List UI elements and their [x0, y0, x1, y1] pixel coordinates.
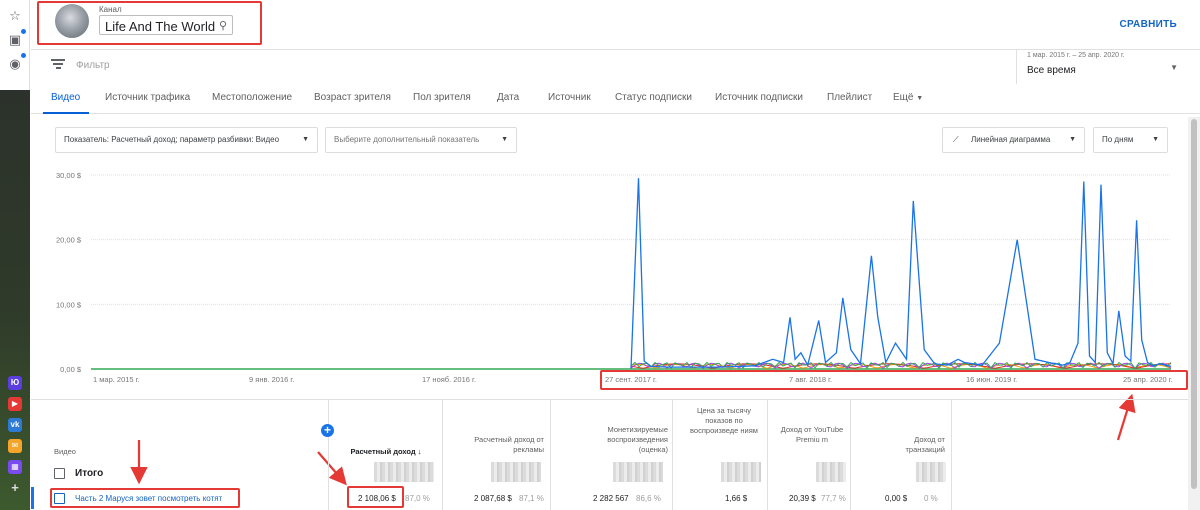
- column-header-revenue[interactable]: Расчетный доход ↓: [336, 447, 436, 457]
- column-header-cpm[interactable]: Цена за тысячу показов по воспроизведе н…: [684, 406, 764, 436]
- mail-icon[interactable]: ✉: [8, 439, 22, 453]
- tab-playlist[interactable]: Плейлист: [827, 92, 872, 103]
- column-header-premium[interactable]: Доход от YouTube Premiu m: [779, 425, 845, 445]
- notification-dot: [21, 29, 26, 34]
- row-revenue-pct: 87,0 %: [405, 494, 430, 503]
- tab-video[interactable]: Видео: [51, 92, 80, 103]
- tab-date[interactable]: Дата: [497, 92, 519, 103]
- star-icon[interactable]: ☆: [7, 8, 23, 24]
- scrollbar-thumb[interactable]: [1191, 119, 1197, 489]
- blurred-total-monetized: [613, 462, 663, 482]
- blurred-total-premium: [816, 462, 846, 482]
- column-header-monetized[interactable]: Монетизируемые воспроизведения (оценка): [576, 425, 668, 455]
- add-app-icon[interactable]: +: [8, 481, 22, 495]
- blurred-total-revenue: [374, 462, 434, 482]
- chart-panel: Показатель: Расчетный доход; параметр ра…: [31, 115, 1188, 400]
- x-tick-label: 1 мар. 2015 г.: [93, 375, 140, 384]
- sort-down-icon: ↓: [417, 447, 422, 456]
- blurred-total-transactions: [916, 462, 946, 482]
- tab-subscription-status[interactable]: Статус подписки: [615, 92, 692, 103]
- y-tick-label: 20,00 $: [56, 236, 82, 245]
- caret-down-icon: ▼: [1170, 63, 1178, 72]
- row-premium: 20,39 $: [789, 494, 816, 503]
- row-monetized: 2 282 567: [593, 494, 629, 503]
- compare-button[interactable]: СРАВНИТЬ: [1119, 19, 1177, 30]
- column-header-transactions[interactable]: Доход от транзакций: [881, 435, 946, 455]
- revenue-header-label: Расчетный доход: [350, 447, 416, 456]
- row-transactions: 0,00 $: [885, 494, 908, 503]
- column-divider: [767, 400, 768, 510]
- caret-down-icon: ▼: [916, 95, 924, 102]
- notification-dot: [21, 53, 26, 58]
- calendar-icon[interactable]: ▦: [8, 460, 22, 474]
- active-tab-indicator: [43, 112, 89, 114]
- annotation-box-x-axis: [600, 370, 1188, 390]
- tab-viewer-gender[interactable]: Пол зрителя: [413, 92, 471, 103]
- column-divider: [550, 400, 551, 510]
- column-divider: [442, 400, 443, 510]
- revenue-line-chart: 0,00 $ 10,00 $ 20,00 $ 30,00 $ 1 мар. 2015 …: [56, 171, 1173, 384]
- column-header-ad-revenue[interactable]: Расчетный доход от рекламы: [456, 435, 544, 455]
- row-monetized-pct: 86,6 %: [636, 494, 661, 503]
- row-premium-pct: 77,7 %: [821, 494, 846, 503]
- collections-icon[interactable]: ▣: [7, 32, 23, 48]
- date-range-selector[interactable]: 1 мар. 2015 г. – 25 апр. 2020 г. Все вре…: [1016, 50, 1200, 84]
- column-divider: [850, 400, 851, 510]
- row-transactions-pct: 0 %: [924, 494, 938, 503]
- row-cpm: 1,66 $: [725, 494, 748, 503]
- row-ad-revenue-pct: 87,1 %: [519, 494, 544, 503]
- column-divider: [672, 400, 673, 510]
- period-label: Все время: [1027, 65, 1076, 76]
- y-tick-label: 10,00 $: [56, 300, 82, 309]
- x-tick-label: 17 нояб. 2016 г.: [422, 375, 476, 384]
- tab-more-label: Ещё: [893, 92, 914, 103]
- annotation-box-revenue: [347, 486, 404, 508]
- date-range-text: 1 мар. 2015 г. – 25 апр. 2020 г.: [1027, 52, 1125, 59]
- filter-icon[interactable]: [51, 59, 65, 71]
- tab-traffic-source[interactable]: Источник трафика: [105, 92, 190, 103]
- tab-source[interactable]: Источник: [548, 92, 591, 103]
- browser-sidebar-top: ☆ ▣ ◉: [0, 0, 30, 90]
- total-row-checkbox[interactable]: [54, 468, 65, 479]
- vk-icon[interactable]: vk: [8, 418, 22, 432]
- y-tick-label: 0,00 $: [60, 365, 82, 374]
- dimension-tabs: Видео Источник трафика Местоположение Во…: [31, 84, 1200, 114]
- annotation-box-video: [50, 488, 240, 508]
- x-tick-label: 9 янв. 2016 г.: [249, 375, 294, 384]
- y-tick-label: 30,00 $: [56, 171, 82, 180]
- column-divider: [328, 400, 329, 510]
- tab-more[interactable]: Ещё ▼: [893, 92, 923, 103]
- column-divider: [951, 400, 952, 510]
- filter-bar: Фильтр 1 мар. 2015 г. – 25 апр. 2020 г. …: [31, 50, 1200, 84]
- youtube-icon[interactable]: ▶: [8, 397, 22, 411]
- annotation-box-channel: [37, 1, 262, 45]
- row-selection-indicator: [31, 487, 34, 509]
- tab-subscription-source[interactable]: Источник подписки: [715, 92, 803, 103]
- add-column-icon[interactable]: +: [321, 424, 334, 437]
- blurred-total-ad-revenue: [491, 462, 541, 482]
- series-line-main: [630, 178, 1172, 369]
- scrollbar[interactable]: [1188, 117, 1200, 510]
- blurred-total-cpm: [721, 462, 761, 482]
- app-icon-yurat[interactable]: Ю: [8, 376, 22, 390]
- total-row-label: Итого: [75, 468, 104, 479]
- play-icon[interactable]: ◉: [7, 56, 23, 72]
- row-ad-revenue: 2 087,68 $: [474, 494, 512, 503]
- tab-viewer-age[interactable]: Возраст зрителя: [314, 92, 391, 103]
- column-header-video[interactable]: Видео: [54, 447, 76, 457]
- analytics-page: ☆ ▣ ◉ Ю ▶ vk ✉ ▦ + Канал Life And The Wo…: [0, 0, 1200, 510]
- filter-input[interactable]: Фильтр: [76, 60, 110, 71]
- tab-location[interactable]: Местоположение: [212, 92, 292, 103]
